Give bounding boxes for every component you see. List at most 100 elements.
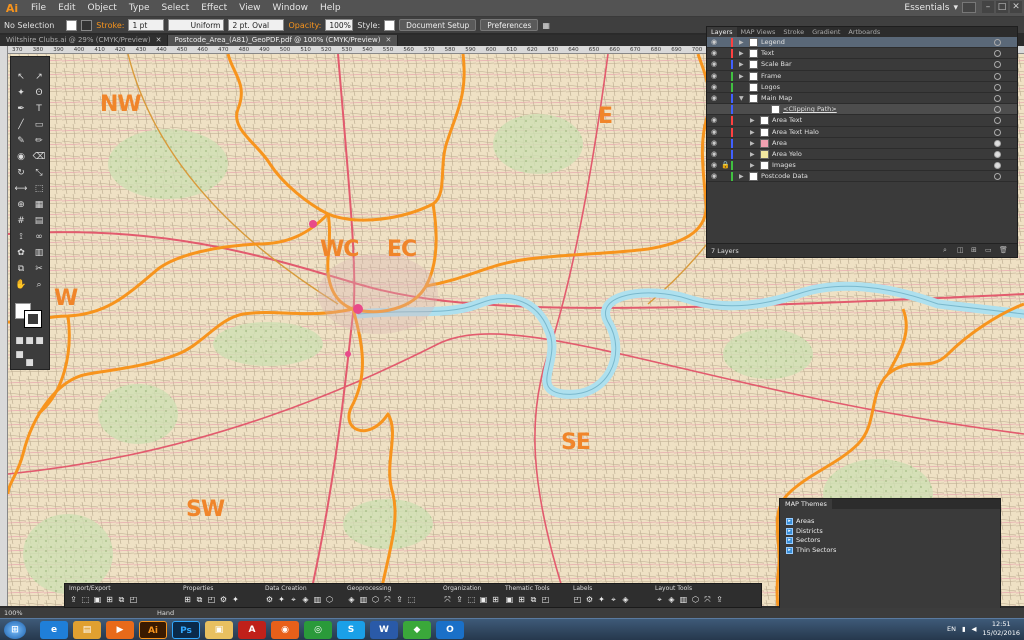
target-circle-icon[interactable] — [994, 117, 1001, 125]
direct-selection-tool-icon[interactable]: ↗ — [31, 71, 47, 83]
layer-name[interactable]: Area Text Halo — [772, 127, 819, 138]
none-mode-icon[interactable]: ■ — [35, 335, 44, 347]
visibility-eye-icon[interactable]: ◉ — [711, 139, 719, 147]
map-tool-icon[interactable]: ◰ — [573, 595, 582, 604]
layer-row[interactable]: ◉ 🔒 ▶ Images — [707, 160, 1017, 172]
visibility-eye-icon[interactable]: ◉ — [711, 72, 719, 80]
map-tool-icon[interactable]: ▥ — [679, 595, 688, 604]
start-button[interactable]: ⊞ — [4, 621, 26, 639]
theme-areas[interactable]: ▸ Areas — [786, 517, 1000, 527]
expand-triangle-icon[interactable]: ▶ — [739, 48, 744, 59]
lasso-tool-icon[interactable]: ʘ — [31, 87, 47, 99]
expand-triangle-icon[interactable]: ▼ — [739, 93, 744, 104]
layer-row[interactable]: ◉ ▶ Area Text — [707, 115, 1017, 127]
map-tool-icon[interactable]: ⚙ — [265, 595, 274, 604]
symbol-sprayer-tool-icon[interactable]: ✿ — [13, 247, 29, 259]
document-setup-button[interactable]: Document Setup — [399, 19, 477, 31]
menu-effect[interactable]: Effect — [195, 0, 233, 17]
expand-triangle-icon[interactable]: ▶ — [750, 115, 755, 126]
locate-object-icon[interactable]: ⌕ — [943, 246, 951, 254]
hand-tool-icon[interactable]: ✋ — [13, 279, 29, 291]
brush-select[interactable]: 2 pt. Oval — [228, 19, 285, 31]
taskbar-app-chrome-icon[interactable]: ◎ — [304, 621, 332, 639]
map-tool-icon[interactable]: ⚙ — [585, 595, 594, 604]
expand-triangle-icon[interactable]: ▶ — [750, 138, 755, 149]
blob-brush-tool-icon[interactable]: ◉ — [13, 151, 29, 163]
scale-tool-icon[interactable]: ⤡ — [31, 167, 47, 179]
theme-thin-sectors[interactable]: ▸ Thin Sectors — [786, 546, 1000, 556]
stroke-swatch[interactable] — [81, 19, 93, 31]
taskbar-app-ps-icon[interactable]: Ps — [172, 621, 200, 639]
maximize-icon[interactable]: □ — [996, 1, 1008, 13]
map-tool-icon[interactable]: ◰ — [541, 595, 550, 604]
menu-view[interactable]: View — [233, 0, 266, 17]
map-tool-icon[interactable]: ⇪ — [69, 595, 78, 604]
map-tool-icon[interactable]: ▣ — [505, 595, 514, 604]
layer-row[interactable]: ◉ ▶ Text — [707, 48, 1017, 60]
minimize-icon[interactable]: – — [982, 1, 994, 13]
lock-icon[interactable]: 🔒 — [721, 162, 730, 169]
map-tool-icon[interactable]: ◈ — [347, 595, 356, 604]
map-tool-icon[interactable]: ⊞ — [517, 595, 526, 604]
map-tool-icon[interactable]: ⧉ — [529, 595, 538, 604]
taskbar-app-firefox-icon[interactable]: ◉ — [271, 621, 299, 639]
menu-select[interactable]: Select — [155, 0, 195, 17]
layer-row[interactable]: ◉ ▶ Scale Bar — [707, 59, 1017, 71]
expand-triangle-icon[interactable]: ▶ — [750, 127, 755, 138]
map-tool-icon[interactable]: ⇪ — [395, 595, 404, 604]
menu-type[interactable]: Type — [123, 0, 156, 17]
map-tool-icon[interactable]: ◈ — [667, 595, 676, 604]
stroke-color-swatch[interactable] — [24, 310, 42, 328]
opacity-label[interactable]: Opacity: — [288, 21, 321, 30]
visibility-eye-icon[interactable]: ◉ — [711, 39, 719, 46]
target-circle-icon[interactable] — [994, 50, 1001, 58]
volume-icon[interactable]: ◀ — [972, 625, 977, 633]
visibility-eye-icon[interactable]: ◉ — [711, 117, 719, 124]
menu-file[interactable]: File — [25, 0, 52, 17]
visibility-eye-icon[interactable]: ◉ — [711, 173, 719, 180]
menu-help[interactable]: Help — [314, 0, 347, 17]
target-circle-icon[interactable] — [994, 106, 1001, 114]
style-swatch[interactable] — [384, 19, 396, 31]
map-tool-icon[interactable]: ◰ — [129, 595, 138, 604]
map-tool-icon[interactable]: ⤧ — [443, 595, 452, 604]
map-tool-icon[interactable]: ⬡ — [371, 595, 380, 604]
map-tool-icon[interactable]: ⬡ — [325, 595, 334, 604]
gradient-mode-icon[interactable]: ■ — [25, 335, 34, 347]
layer-name[interactable]: Scale Bar — [761, 59, 792, 70]
map-tool-icon[interactable]: ⇪ — [715, 595, 724, 604]
perspective-grid-tool-icon[interactable]: ▦ — [31, 199, 47, 211]
stroke-weight-field[interactable]: 1 pt — [128, 19, 165, 31]
expand-triangle-icon[interactable]: ▶ — [750, 149, 755, 160]
menu-object[interactable]: Object — [82, 0, 123, 17]
preferences-button[interactable]: Preferences — [480, 19, 539, 31]
map-tool-icon[interactable]: ▥ — [313, 595, 322, 604]
layer-name[interactable]: Postcode Data — [761, 171, 808, 182]
shape-builder-tool-icon[interactable]: ⊕ — [13, 199, 29, 211]
map-tool-icon[interactable]: ⊞ — [105, 595, 114, 604]
map-tool-icon[interactable]: ⤧ — [703, 595, 712, 604]
menu-window[interactable]: Window — [267, 0, 315, 17]
layer-name[interactable]: Area — [772, 138, 787, 149]
map-tool-icon[interactable]: ▣ — [479, 595, 488, 604]
layer-name[interactable]: Frame — [761, 71, 781, 82]
expand-triangle-icon[interactable]: ▶ — [739, 59, 744, 70]
doc-tab-postcode-area[interactable]: Postcode_Area_(A81)_GeoPDF.pdf @ 100% (C… — [168, 35, 399, 46]
map-themes-tab[interactable]: MAP Themes — [780, 499, 832, 509]
layer-row[interactable]: ◉ Logos — [707, 82, 1017, 93]
target-circle-icon[interactable] — [994, 61, 1001, 69]
free-transform-tool-icon[interactable]: ⬚ — [31, 183, 47, 195]
slice-tool-icon[interactable]: ✂ — [31, 263, 47, 275]
doc-tab-wiltshire[interactable]: Wiltshire Clubs.ai @ 29% (CMYK/Preview) ✕ — [0, 35, 169, 46]
screen-mode-icon[interactable]: ■ — [25, 357, 34, 369]
map-tool-icon[interactable]: ▥ — [359, 595, 368, 604]
delete-layer-icon[interactable]: 🗑 — [999, 246, 1008, 254]
opacity-field[interactable]: 100% — [325, 19, 354, 31]
theme-districts[interactable]: ▸ Districts — [786, 527, 1000, 537]
taskbar-app-media-icon[interactable]: ▶ — [106, 621, 134, 639]
map-tool-icon[interactable]: ⧉ — [195, 595, 204, 604]
menu-edit[interactable]: Edit — [52, 0, 81, 17]
visibility-eye-icon[interactable]: ◉ — [711, 61, 719, 68]
taskbar-app-greenapp-icon[interactable]: ◆ — [403, 621, 431, 639]
stroke-profile-select[interactable]: Uniform — [168, 19, 225, 31]
